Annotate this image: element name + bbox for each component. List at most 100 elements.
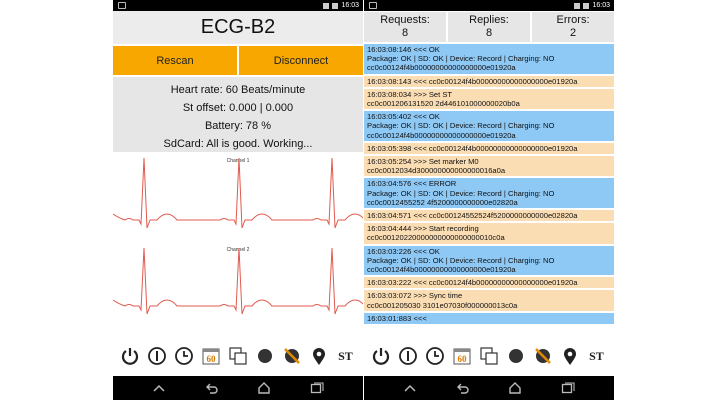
status-bar: 16:03: [364, 0, 614, 11]
collapse-icon[interactable]: [150, 379, 168, 397]
log-entry: 16:03:08:143 <<< cc0c00124f4b00000000000…: [364, 75, 614, 87]
log-line: 16:03:04:576 <<< ERROR: [367, 179, 457, 189]
power-icon[interactable]: [119, 345, 141, 367]
st-icon[interactable]: ST: [585, 345, 607, 367]
collapse-icon[interactable]: [401, 379, 419, 397]
channel-2-trace: [113, 247, 363, 315]
home-icon[interactable]: [506, 379, 524, 397]
log-line: 16:03:08:146 <<< OK: [367, 45, 440, 54]
disconnect-button[interactable]: Disconnect: [239, 46, 363, 75]
requests-counter: Requests: 8: [364, 12, 446, 42]
log-entry: 16:03:05:402 <<< OK Package: OK | SD: OK …: [364, 111, 614, 141]
log-line: 16:03:05:402 <<< OK: [367, 112, 440, 122]
home-icon[interactable]: [255, 379, 273, 397]
log-line: cc0c001206131520 2d446101000000020b0a: [367, 99, 520, 109]
requests-label: Requests:: [380, 14, 430, 26]
errors-label: Errors:: [556, 14, 590, 26]
calendar-60-text: 60: [458, 354, 468, 364]
channel-1-plot: [113, 157, 363, 229]
log-entry: 16:03:04:444 >>> Start recording cc0c0012…: [364, 223, 614, 244]
log-entry: 16:03:08:034 >>> Set ST cc0c001206131520 …: [364, 88, 614, 110]
battery-text: Battery: 78 %: [204, 120, 272, 132]
back-icon[interactable]: [203, 379, 221, 397]
message-log[interactable]: 16:03:08:146 <<< OK Package: OK | SD: OK …: [364, 44, 614, 334]
sdcard-text: SdCard: All is good. Working...: [163, 138, 313, 150]
log-line: cc0c0012455252 4f5200000000000e02820a: [367, 197, 518, 207]
log-line: cc0c00124f4b00000000000000000e01920a: [367, 63, 516, 73]
log-entry: 16:03:03:072 >>> Sync time cc0c001205030 …: [364, 290, 614, 311]
status-bar: 16:03: [113, 0, 363, 11]
replies-counter: Replies: 8: [448, 12, 530, 42]
log-line: cc0c0012034d300000000000000016a0a: [367, 166, 506, 176]
android-nav-bar: [113, 376, 363, 400]
log-line: 16:03:08:034 >>> Set ST: [367, 89, 453, 99]
log-line: Package: OK | SD: OK | Device: Record | …: [367, 255, 555, 265]
record-dot-icon[interactable]: [505, 345, 527, 367]
device-title: ECG-B2: [113, 11, 363, 44]
requests-value: 8: [401, 27, 409, 39]
bottom-toolbar: 60 ST: [113, 338, 363, 374]
log-entry: 16:03:01:883 <<<: [364, 312, 614, 325]
heart-rate-text: Heart rate: 60 Beats/minute: [170, 84, 306, 96]
power-icon[interactable]: [370, 345, 392, 367]
log-line: 16:03:08:143 <<< cc0c00124f4b00000000000…: [367, 76, 578, 86]
log-entry: 16:03:03:226 <<< OK Package: OK | SD: OK …: [364, 245, 614, 276]
log-entry: 16:03:04:571 <<< cc0c00124552524f5200000…: [364, 210, 614, 222]
st-icon[interactable]: ST: [334, 345, 356, 367]
location-pin-icon[interactable]: [308, 345, 330, 367]
bottom-toolbar: 60 ST: [364, 338, 614, 374]
clock-icon[interactable]: [173, 345, 195, 367]
log-line: cc0c00124f4b00000000000000000e01920a: [367, 265, 516, 275]
info-icon[interactable]: [397, 345, 419, 367]
recent-apps-icon[interactable]: [559, 379, 577, 397]
log-line: cc0c00120220000000000000000010c0a: [367, 233, 505, 243]
action-buttons: Rescan Disconnect: [113, 44, 363, 77]
android-nav-bar: [364, 376, 614, 400]
log-line: Package: OK | SD: OK | Device: Record | …: [367, 188, 555, 198]
copy-icon[interactable]: [478, 345, 500, 367]
rescan-button[interactable]: Rescan: [113, 46, 237, 75]
back-icon[interactable]: [454, 379, 472, 397]
calendar-60-text: 60: [207, 354, 217, 364]
location-pin-icon[interactable]: [559, 345, 581, 367]
wifi-icon: [574, 2, 581, 9]
replies-value: 8: [485, 27, 493, 39]
satellite-off-icon[interactable]: [281, 345, 303, 367]
log-entry: 16:03:05:398 <<< cc0c00124f4b00000000000…: [364, 142, 614, 155]
log-line: 16:03:05:398 <<< cc0c00124f4b00000000000…: [367, 143, 578, 153]
st-offset-text: St offset: 0.000 | 0.000: [182, 102, 294, 114]
channel-2-plot: [113, 247, 363, 315]
ecg-chart: Channel 1 Channel 2: [113, 154, 363, 334]
satellite-off-icon[interactable]: [532, 345, 554, 367]
record-dot-icon[interactable]: [254, 345, 276, 367]
log-line: cc0c001205030 3101e07030f000000013c0a: [367, 300, 518, 310]
log-line: 16:03:03:222 <<< cc0c00124f4b00000000000…: [367, 278, 578, 288]
log-entry: 16:03:04:576 <<< ERROR Package: OK | SD: …: [364, 178, 614, 209]
battery-icon: [583, 2, 590, 9]
log-line: 16:03:01:883 <<<: [367, 313, 427, 323]
log-entry: 16:03:05:254 >>> Set marker M0 cc0c001203…: [364, 156, 614, 177]
clock-icon[interactable]: [424, 345, 446, 367]
log-line: Package: OK | SD: OK | Device: Record | …: [367, 54, 555, 64]
wifi-icon: [323, 2, 330, 9]
recent-apps-icon[interactable]: [308, 379, 326, 397]
log-entry: 16:03:03:222 <<< cc0c00124f4b00000000000…: [364, 277, 614, 289]
ecg-screen: 16:03 ECG-B2 Rescan Disconnect Heart rat…: [113, 0, 363, 400]
calendar-60-icon[interactable]: 60: [451, 345, 473, 367]
calendar-60-icon[interactable]: 60: [200, 345, 222, 367]
log-line: 16:03:03:072 >>> Sync time: [367, 291, 463, 301]
errors-counter: Errors: 2: [532, 12, 614, 42]
info-icon[interactable]: [146, 345, 168, 367]
log-screen: 16:03 Requests: 8 Replies: 8 Errors: 2 1…: [364, 0, 614, 400]
device-info-panel: Heart rate: 60 Beats/minute St offset: 0…: [113, 77, 363, 152]
errors-value: 2: [569, 27, 577, 39]
battery-icon: [332, 2, 339, 9]
log-line: Package: OK | SD: OK | Device: Record | …: [367, 121, 555, 131]
copy-icon[interactable]: [227, 345, 249, 367]
status-time: 16:03: [592, 2, 610, 9]
notification-icon: [369, 2, 377, 9]
log-line: 16:03:05:254 >>> Set marker M0: [367, 157, 479, 167]
channel-1-trace: [113, 157, 363, 229]
status-time: 16:03: [341, 2, 359, 9]
log-line: cc0c00124f4b00000000000000000e01920a: [367, 130, 516, 140]
